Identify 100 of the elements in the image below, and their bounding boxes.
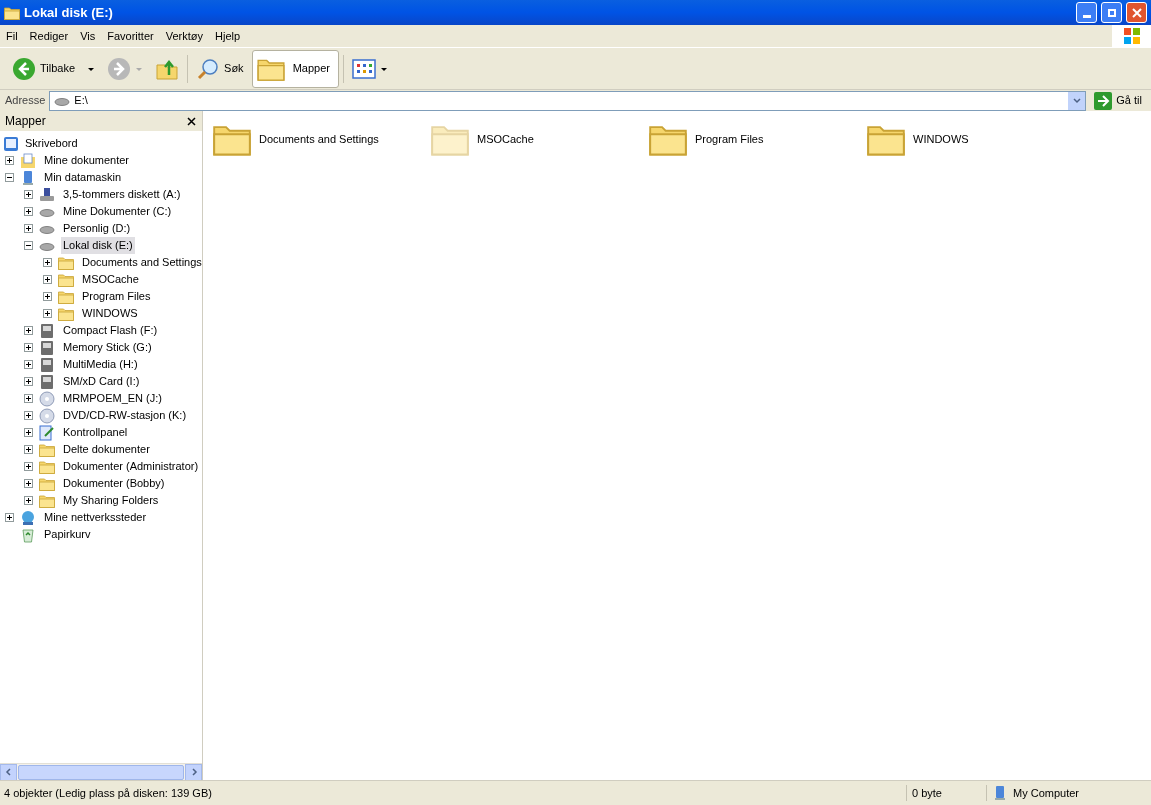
menu-item[interactable]: Favoritter: [101, 27, 160, 45]
tree-item[interactable]: WINDOWS: [80, 305, 140, 322]
tree-item[interactable]: DVD/CD-RW-stasjon (K:): [61, 407, 189, 424]
back-button[interactable]: Tilbake: [8, 51, 100, 86]
expand-icon[interactable]: [43, 309, 52, 318]
horizontal-scrollbar[interactable]: [0, 763, 202, 780]
expand-icon[interactable]: [24, 394, 33, 403]
memory-card-icon: [39, 373, 55, 390]
tree-item[interactable]: Min datamaskin: [42, 169, 124, 186]
tree-item[interactable]: Documents and Settings: [80, 254, 202, 271]
expand-icon[interactable]: [24, 343, 33, 352]
chevron-down-icon: [1072, 96, 1081, 105]
tree-item[interactable]: Mine nettverkssteder: [42, 509, 149, 526]
folder-icon: [39, 475, 55, 492]
tree-item[interactable]: My Sharing Folders: [61, 492, 161, 509]
folder-icon: [58, 288, 74, 305]
folder-icon: [39, 492, 55, 509]
close-icon: [186, 116, 196, 126]
tree-item[interactable]: Dokumenter (Administrator): [61, 458, 201, 475]
chevron-left-icon: [4, 768, 13, 776]
computer-icon: [20, 169, 36, 186]
expand-icon[interactable]: [24, 377, 33, 386]
cd-drive-icon: [39, 407, 55, 424]
status-text: 4 objekter (Ledig plass på disken: 139 GB): [3, 785, 213, 801]
tree-item[interactable]: Papirkurv: [42, 526, 93, 543]
restore-button[interactable]: [1101, 2, 1122, 23]
tree-item[interactable]: MRMPOEM_EN (J:): [61, 390, 164, 407]
expand-icon[interactable]: [43, 275, 52, 284]
tree-item[interactable]: 3,5-tommers diskett (A:): [61, 186, 183, 203]
expand-icon[interactable]: [24, 326, 33, 335]
tree-item[interactable]: Program Files: [80, 288, 153, 305]
status-text: 0 byte: [906, 784, 986, 802]
expand-icon[interactable]: [24, 428, 33, 437]
tree-item[interactable]: Delte dokumenter: [61, 441, 152, 458]
computer-icon: [992, 785, 1008, 801]
memory-card-icon: [39, 356, 55, 373]
expand-icon[interactable]: [24, 496, 33, 505]
expand-icon[interactable]: [24, 360, 33, 369]
address-field[interactable]: E:\: [49, 90, 1087, 111]
documents-icon: [20, 152, 36, 169]
tree-item[interactable]: SM/xD Card (I:): [61, 373, 142, 390]
close-icon: [1130, 6, 1143, 19]
expand-icon[interactable]: [5, 156, 14, 165]
menu-item[interactable]: Verktøy: [159, 27, 209, 45]
menu-item[interactable]: Hjelp: [209, 27, 247, 45]
tree-item[interactable]: MSOCache: [80, 271, 141, 288]
go-button[interactable]: Gå til: [1090, 91, 1146, 110]
expand-icon[interactable]: [43, 258, 52, 267]
search-icon: [196, 56, 221, 81]
expand-icon[interactable]: [5, 513, 14, 522]
menu-item[interactable]: Fil: [0, 27, 24, 45]
expand-icon[interactable]: [43, 292, 52, 301]
tree-item[interactable]: Personlig (D:): [61, 220, 133, 237]
tree-item[interactable]: Lokal disk (E:): [61, 237, 135, 254]
recycle-bin-icon: [20, 526, 36, 543]
cd-drive-icon: [39, 390, 55, 407]
tree-item[interactable]: Skrivebord: [23, 135, 80, 152]
floppy-drive-icon: [39, 186, 55, 203]
expand-icon[interactable]: [24, 207, 33, 216]
folder-icon: [58, 305, 74, 322]
folder-icon: [58, 254, 74, 271]
tree-item[interactable]: Mine Dokumenter (C:): [61, 203, 174, 220]
collapse-icon[interactable]: [24, 241, 33, 250]
file-name[interactable]: MSOCache: [477, 130, 534, 148]
minimize-button[interactable]: [1076, 2, 1097, 23]
tree-item[interactable]: Dokumenter (Bobby): [61, 475, 167, 492]
close-pane-button[interactable]: [185, 115, 197, 127]
address-label: Adresse: [5, 93, 46, 109]
memory-card-icon: [39, 322, 55, 339]
views-icon: [351, 58, 376, 79]
menu-item[interactable]: Vis: [74, 27, 102, 45]
tree-item[interactable]: Memory Stick (G:): [61, 339, 154, 356]
close-button[interactable]: [1126, 2, 1147, 23]
folder-icon: [58, 271, 74, 288]
expand-icon[interactable]: [24, 411, 33, 420]
expand-icon[interactable]: [24, 479, 33, 488]
folder-icon: [4, 4, 20, 21]
expand-icon[interactable]: [24, 462, 33, 471]
collapse-icon[interactable]: [5, 173, 14, 182]
folder-icon: [39, 458, 55, 475]
network-icon: [20, 509, 36, 526]
file-name[interactable]: WINDOWS: [913, 130, 969, 148]
file-name[interactable]: Documents and Settings: [259, 130, 379, 148]
file-name[interactable]: Program Files: [695, 130, 764, 148]
folder-icon: [39, 441, 55, 458]
memory-card-icon: [39, 339, 55, 356]
menu-item[interactable]: Rediger: [23, 27, 75, 45]
tree-item[interactable]: Kontrollpanel: [61, 424, 130, 441]
desktop-icon: [3, 135, 19, 152]
tree-item[interactable]: Compact Flash (F:): [61, 322, 160, 339]
expand-icon[interactable]: [24, 224, 33, 233]
tree-item[interactable]: Mine dokumenter: [42, 152, 131, 169]
tree-item[interactable]: MultiMedia (H:): [61, 356, 140, 373]
folders-button[interactable]: Mapper: [251, 49, 339, 88]
status-text: My Computer: [1013, 785, 1080, 801]
expand-icon[interactable]: [24, 190, 33, 199]
search-button[interactable]: Søk: [192, 51, 248, 86]
window-title: Lokal disk (E:): [24, 3, 113, 22]
pane-title: Mapper: [5, 113, 46, 130]
expand-icon[interactable]: [24, 445, 33, 454]
